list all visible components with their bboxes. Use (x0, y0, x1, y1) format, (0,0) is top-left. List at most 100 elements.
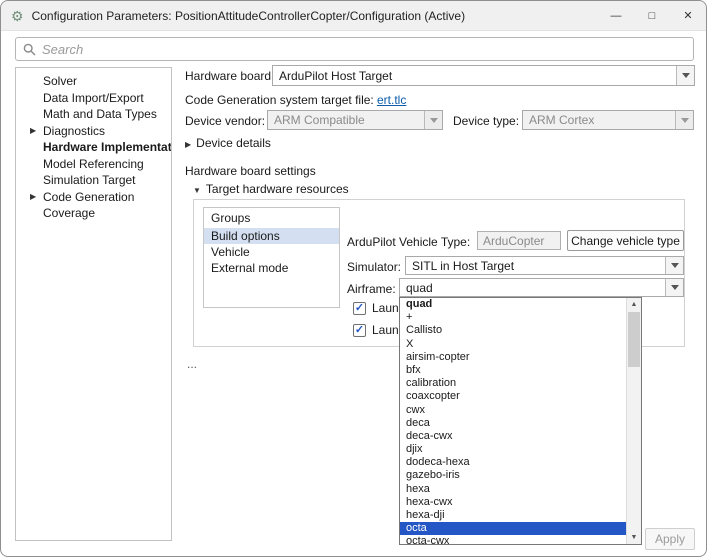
sidebar-item-solver[interactable]: Solver (16, 73, 171, 90)
checkbox-checked-icon[interactable]: ✓ (353, 302, 366, 315)
sidebar-item-label: Code Generation (43, 190, 134, 204)
groups-box: Groups Build optionsVehicleExternal mode (203, 207, 340, 308)
sidebar-item-coverage[interactable]: Coverage (16, 205, 171, 222)
sidebar-item-math-and-data-types[interactable]: Math and Data Types (16, 106, 171, 123)
configuration-parameters-dialog: ⚙ Configuration Parameters: PositionAtti… (0, 0, 707, 557)
change-vehicle-type-button[interactable]: Change vehicle type (567, 230, 684, 251)
sidebar-item-hardware-implementation[interactable]: Hardware Implementation (16, 139, 171, 156)
device-details-toggle[interactable]: ▶Device details (185, 136, 271, 150)
vehicle-type-label: ArduPilot Vehicle Type: (347, 235, 470, 249)
airframe-option-item[interactable]: + (400, 311, 626, 324)
simulator-combo[interactable]: SITL in Host Target (405, 256, 684, 275)
group-item-vehicle[interactable]: Vehicle (204, 244, 339, 260)
airframe-option-quad[interactable]: quad (400, 298, 626, 311)
vehicle-type-value: ArduCopter (483, 234, 544, 248)
sidebar-item-diagnostics[interactable]: ▶ Diagnostics (16, 123, 171, 140)
scroll-up-icon[interactable]: ▲ (627, 298, 641, 311)
apply-button[interactable]: Apply (645, 528, 695, 550)
airframe-option-cwx[interactable]: cwx (400, 404, 626, 417)
airframe-option-callisto[interactable]: Callisto (400, 324, 626, 337)
title-bar: ⚙ Configuration Parameters: PositionAtti… (1, 1, 706, 31)
airframe-dropdown-arrow-icon[interactable] (665, 279, 683, 296)
minimize-button[interactable]: — (598, 1, 634, 30)
airframe-dropdown-popup: quad+CallistoXairsim-copterbfxcalibratio… (399, 297, 642, 545)
expand-arrow-icon[interactable]: ▶ (30, 123, 36, 140)
device-vendor-dropdown-arrow-icon[interactable] (424, 111, 442, 129)
vehicle-type-field[interactable]: ArduCopter (477, 231, 561, 250)
airframe-option-bfx[interactable]: bfx (400, 364, 626, 377)
sidebar-item-label: Model Referencing (43, 157, 144, 171)
device-type-value: ARM Cortex (523, 113, 675, 127)
groups-list: Build optionsVehicleExternal mode (204, 228, 339, 276)
collapse-arrow-icon: ▼ (193, 186, 201, 195)
airframe-option-calibration[interactable]: calibration (400, 377, 626, 390)
airframe-option-hexa-dji[interactable]: hexa-dji (400, 509, 626, 522)
search-icon (23, 43, 36, 56)
sidebar-item-label: Solver (43, 74, 77, 88)
sidebar-item-label: Data Import/Export (43, 91, 144, 105)
airframe-option-airsim-copter[interactable]: airsim-copter (400, 351, 626, 364)
airframe-dropdown-list: quad+CallistoXairsim-copterbfxcalibratio… (400, 298, 626, 544)
simulator-dropdown-arrow-icon[interactable] (665, 257, 683, 274)
expand-arrow-icon[interactable]: ▶ (30, 189, 36, 206)
sidebar-item-simulation-target[interactable]: Simulation Target (16, 172, 171, 189)
hardware-board-combo[interactable]: ArduPilot Host Target (272, 65, 695, 86)
sidebar-item-label: Math and Data Types (43, 107, 157, 121)
target-file-label: Code Generation system target file: (185, 93, 374, 107)
airframe-option-deca[interactable]: deca (400, 417, 626, 430)
sidebar-item-label: Simulation Target (43, 173, 136, 187)
target-file-link[interactable]: ert.tlc (377, 93, 406, 107)
device-vendor-label: Device vendor: (185, 114, 265, 128)
target-resources-toggle[interactable]: ▼ Target hardware resources (193, 182, 349, 196)
airframe-option-gazebo-iris[interactable]: gazebo-iris (400, 469, 626, 482)
airframe-combo[interactable]: quad (399, 278, 684, 297)
device-vendor-combo[interactable]: ARM Compatible (267, 110, 443, 130)
group-item-external-mode[interactable]: External mode (204, 260, 339, 276)
sidebar-item-label: Hardware Implementation (43, 140, 172, 154)
sidebar-item-data-import-export[interactable]: Data Import/Export (16, 90, 171, 107)
close-button[interactable]: ✕ (670, 1, 706, 30)
sidebar-item-model-referencing[interactable]: Model Referencing (16, 156, 171, 173)
checkbox-checked-icon[interactable]: ✓ (353, 324, 366, 337)
device-vendor-value: ARM Compatible (268, 113, 424, 127)
device-type-dropdown-arrow-icon[interactable] (675, 111, 693, 129)
airframe-option-x[interactable]: X (400, 338, 626, 351)
airframe-option-deca-cwx[interactable]: deca-cwx (400, 430, 626, 443)
search-input[interactable] (42, 42, 686, 57)
launch-checkbox-row-1: ✓ Launc (353, 301, 405, 315)
sidebar-nav: Solver Data Import/Export Math and Data Ty… (15, 67, 172, 541)
device-type-label: Device type: (453, 114, 519, 128)
simulator-value: SITL in Host Target (406, 259, 665, 273)
hardware-board-label: Hardware board: (185, 69, 274, 83)
airframe-option-octa-cwx[interactable]: octa-cwx (400, 535, 626, 544)
overflow-ellipsis: ... (187, 357, 197, 371)
simulator-label: Simulator: (347, 260, 401, 274)
group-item-build-options[interactable]: Build options (204, 228, 339, 244)
window-title: Configuration Parameters: PositionAttitu… (32, 9, 466, 23)
maximize-button[interactable]: □ (634, 1, 670, 30)
airframe-option-djix[interactable]: djix (400, 443, 626, 456)
groups-label: Groups (204, 208, 339, 228)
airframe-option-coaxcopter[interactable]: coaxcopter (400, 390, 626, 403)
airframe-label: Airframe: (347, 282, 396, 296)
airframe-value: quad (400, 281, 665, 295)
scrollbar-thumb[interactable] (628, 312, 640, 367)
hardware-board-dropdown-arrow-icon[interactable] (676, 66, 694, 85)
hardware-board-value: ArduPilot Host Target (273, 69, 676, 83)
scroll-down-icon[interactable]: ▼ (627, 531, 641, 544)
target-resources-label: Target hardware resources (206, 182, 349, 196)
search-bar (15, 37, 694, 61)
dropdown-scrollbar[interactable]: ▲ ▼ (626, 298, 641, 544)
launch-checkbox-row-2: ✓ Launc (353, 323, 405, 337)
device-type-combo[interactable]: ARM Cortex (522, 110, 694, 130)
sidebar-item-code-generation[interactable]: ▶ Code Generation (16, 189, 171, 206)
window-controls: — □ ✕ (598, 1, 706, 30)
airframe-option-octa[interactable]: octa (400, 522, 626, 535)
expand-arrow-icon: ▶ (185, 140, 191, 149)
airframe-option-hexa-cwx[interactable]: hexa-cwx (400, 496, 626, 509)
airframe-option-dodeca-hexa[interactable]: dodeca-hexa (400, 456, 626, 469)
airframe-option-hexa[interactable]: hexa (400, 483, 626, 496)
sidebar-item-label: Diagnostics (43, 124, 105, 138)
sidebar-item-label: Coverage (43, 206, 95, 220)
hardware-settings-title: Hardware board settings (185, 164, 316, 178)
